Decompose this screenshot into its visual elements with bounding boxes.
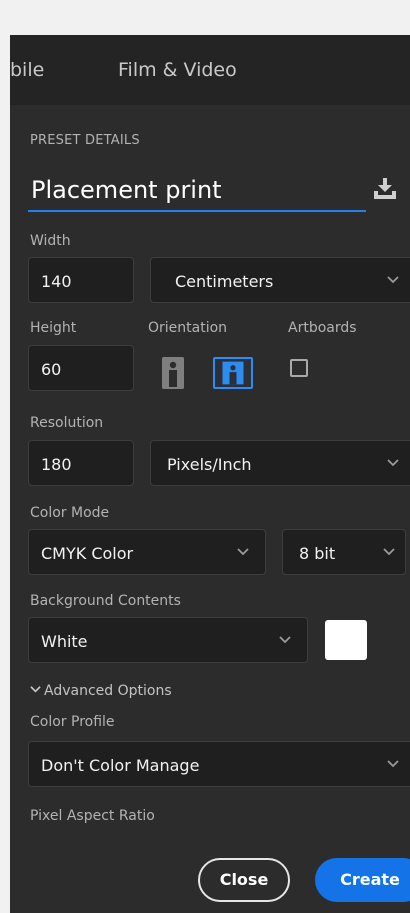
resolution-label: Resolution bbox=[30, 415, 104, 431]
width-unit-value: Centimeters bbox=[175, 272, 274, 291]
chevron-down-icon bbox=[237, 548, 249, 556]
chevron-down-icon bbox=[279, 636, 291, 644]
height-label: Height bbox=[30, 320, 77, 336]
resolution-value: 180 bbox=[41, 455, 72, 474]
chevron-down-icon bbox=[383, 548, 395, 556]
resolution-input[interactable]: 180 bbox=[28, 440, 134, 486]
new-document-panel: bile Film & Video PRESET DETAILS Width 1… bbox=[10, 35, 410, 913]
color-mode-select[interactable]: CMYK Color bbox=[28, 529, 266, 575]
height-input[interactable]: 60 bbox=[28, 345, 134, 391]
background-contents-label: Background Contents bbox=[30, 593, 181, 609]
orientation-label: Orientation bbox=[148, 320, 228, 336]
preset-name-input[interactable] bbox=[28, 170, 366, 212]
chevron-down-icon bbox=[387, 276, 399, 284]
color-mode-value: CMYK Color bbox=[41, 544, 134, 563]
pixel-aspect-ratio-label: Pixel Aspect Ratio bbox=[30, 808, 155, 824]
color-profile-select[interactable]: Don't Color Manage bbox=[28, 741, 410, 787]
advanced-options-toggle[interactable]: Advanced Options bbox=[30, 683, 172, 699]
chevron-down-icon bbox=[387, 760, 399, 768]
bit-depth-value: 8 bit bbox=[299, 544, 336, 563]
background-contents-select[interactable]: White bbox=[28, 617, 308, 663]
resolution-unit-value: Pixels/Inch bbox=[167, 455, 252, 474]
width-value: 140 bbox=[41, 272, 72, 291]
color-profile-label: Color Profile bbox=[30, 714, 115, 730]
artboards-label: Artboards bbox=[288, 320, 357, 336]
landscape-icon[interactable] bbox=[213, 357, 253, 389]
advanced-options-label: Advanced Options bbox=[44, 683, 172, 699]
color-mode-label: Color Mode bbox=[30, 505, 110, 521]
save-preset-icon[interactable] bbox=[372, 177, 398, 201]
background-contents-value: White bbox=[41, 632, 88, 651]
width-label: Width bbox=[30, 233, 71, 249]
portrait-icon[interactable] bbox=[162, 357, 184, 389]
close-button[interactable]: Close bbox=[198, 858, 290, 902]
artboards-checkbox[interactable] bbox=[290, 359, 308, 377]
resolution-unit-select[interactable]: Pixels/Inch bbox=[150, 440, 410, 486]
preset-category-tabs: bile Film & Video bbox=[10, 35, 410, 105]
preset-details-label: PRESET DETAILS bbox=[30, 133, 140, 148]
height-value: 60 bbox=[41, 360, 62, 379]
width-unit-select[interactable]: Centimeters bbox=[150, 257, 410, 303]
width-input[interactable]: 140 bbox=[28, 257, 134, 303]
window-top-strip bbox=[0, 0, 410, 35]
create-button[interactable]: Create bbox=[315, 858, 410, 902]
background-color-swatch[interactable] bbox=[325, 620, 367, 660]
chevron-down-icon bbox=[387, 459, 399, 467]
tab-film-video[interactable]: Film & Video bbox=[118, 59, 237, 81]
color-profile-value: Don't Color Manage bbox=[41, 756, 200, 775]
bit-depth-select[interactable]: 8 bit bbox=[282, 529, 406, 575]
tab-mobile[interactable]: bile bbox=[10, 59, 44, 81]
chevron-down-icon bbox=[30, 686, 41, 693]
